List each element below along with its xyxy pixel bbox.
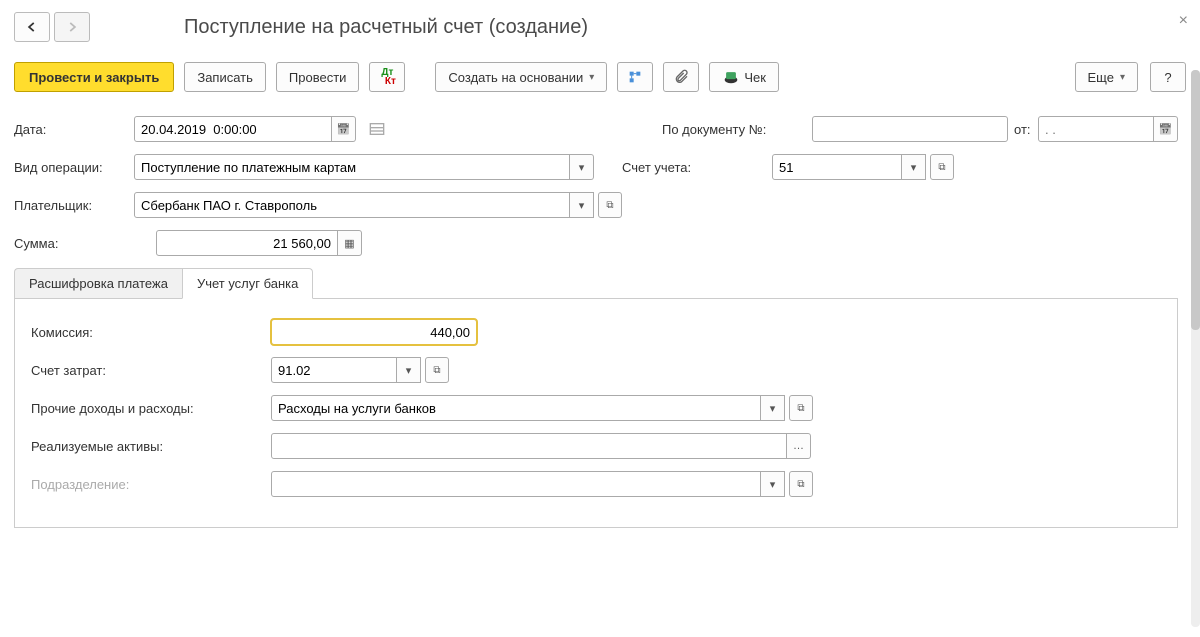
tab-panel-bank-services: Комиссия: Счет затрат: Прочие доходы и р…	[14, 298, 1178, 528]
payer-label: Плательщик:	[14, 198, 134, 213]
commission-label: Комиссия:	[31, 325, 271, 340]
other-income-input[interactable]	[271, 395, 761, 421]
cheque-label: Чек	[744, 70, 766, 85]
scrollbar[interactable]	[1191, 70, 1200, 627]
account-label: Счет учета:	[622, 160, 772, 175]
cheque-button[interactable]: Чек	[709, 62, 779, 92]
tab-payment-details[interactable]: Расшифровка платежа	[14, 268, 182, 299]
doc-no-input[interactable]	[812, 116, 1008, 142]
help-button[interactable]: ?	[1150, 62, 1186, 92]
close-icon[interactable]: ×	[1179, 12, 1188, 30]
payer-input[interactable]	[134, 192, 570, 218]
date-input[interactable]	[134, 116, 332, 142]
dtkt-button[interactable]: ДтКт	[369, 62, 405, 92]
payer-dropdown-icon[interactable]	[570, 192, 594, 218]
cost-account-input[interactable]	[271, 357, 397, 383]
structure-button[interactable]	[617, 62, 653, 92]
post-and-close-button[interactable]: Провести и закрыть	[14, 62, 174, 92]
doc-from-input[interactable]	[1038, 116, 1154, 142]
assets-label: Реализуемые активы:	[31, 439, 271, 454]
department-dropdown-icon[interactable]	[761, 471, 785, 497]
op-type-input[interactable]	[134, 154, 570, 180]
save-button[interactable]: Записать	[184, 62, 266, 92]
register-icon[interactable]	[366, 118, 388, 140]
tab-bank-services[interactable]: Учет услуг банка	[182, 268, 313, 299]
department-open-icon[interactable]	[789, 471, 813, 497]
more-button[interactable]: Еще ▾	[1075, 62, 1138, 92]
calculator-icon[interactable]	[338, 230, 362, 256]
cost-account-label: Счет затрат:	[31, 363, 271, 378]
post-button[interactable]: Провести	[276, 62, 360, 92]
page-title: Поступление на расчетный счет (создание)	[184, 12, 588, 42]
calendar-icon[interactable]	[1154, 116, 1178, 142]
op-type-dropdown-icon[interactable]	[570, 154, 594, 180]
attach-button[interactable]	[663, 62, 699, 92]
other-income-label: Прочие доходы и расходы:	[31, 401, 271, 416]
doc-from-label: от:	[1008, 122, 1038, 137]
scrollbar-thumb[interactable]	[1191, 70, 1200, 330]
create-based-on-label: Создать на основании	[448, 70, 583, 85]
create-based-on-button[interactable]: Создать на основании ▾	[435, 62, 607, 92]
department-label: Подразделение:	[31, 477, 271, 492]
account-open-icon[interactable]	[930, 154, 954, 180]
other-income-open-icon[interactable]	[789, 395, 813, 421]
op-type-label: Вид операции:	[14, 160, 134, 175]
nav-forward-button	[54, 12, 90, 42]
date-label: Дата:	[14, 122, 134, 137]
nav-back-button[interactable]	[14, 12, 50, 42]
chevron-down-icon: ▾	[1120, 72, 1125, 83]
department-input[interactable]	[271, 471, 761, 497]
more-label: Еще	[1088, 70, 1114, 85]
commission-input[interactable]	[271, 319, 477, 345]
assets-dots-icon[interactable]	[787, 433, 811, 459]
sum-input[interactable]	[156, 230, 338, 256]
cost-account-dropdown-icon[interactable]	[397, 357, 421, 383]
other-income-dropdown-icon[interactable]	[761, 395, 785, 421]
cost-account-open-icon[interactable]	[425, 357, 449, 383]
account-dropdown-icon[interactable]	[902, 154, 926, 180]
calendar-icon[interactable]	[332, 116, 356, 142]
account-input[interactable]	[772, 154, 902, 180]
sum-label: Сумма:	[14, 236, 134, 251]
chevron-down-icon: ▾	[589, 72, 594, 83]
assets-input[interactable]	[271, 433, 787, 459]
doc-no-label: По документу №:	[662, 122, 812, 137]
payer-open-icon[interactable]	[598, 192, 622, 218]
